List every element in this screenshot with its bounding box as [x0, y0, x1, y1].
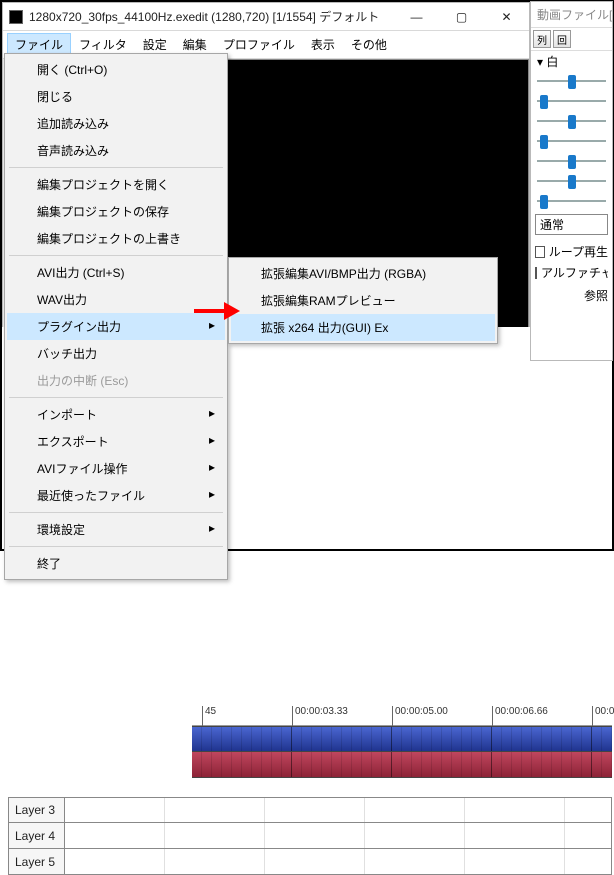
side-tool-button[interactable]: 列	[533, 30, 551, 48]
layer-row[interactable]: Layer 4	[8, 823, 612, 849]
slider[interactable]	[537, 116, 606, 126]
layer-track[interactable]	[65, 823, 611, 848]
menu-separator	[9, 546, 223, 547]
menu-item-label: エクスポート	[37, 435, 109, 449]
menu-separator	[9, 255, 223, 256]
menu-item-add-load[interactable]: 追加読み込み	[7, 110, 225, 137]
layer-label: Layer 5	[9, 849, 65, 874]
slider[interactable]	[537, 176, 606, 186]
timeline-audio-band[interactable]	[192, 752, 612, 778]
slider[interactable]	[537, 156, 606, 166]
menu-item-open[interactable]: 開く (Ctrl+O)	[7, 56, 225, 83]
menu-separator	[9, 397, 223, 398]
submenu-arrow-icon: ▸	[209, 318, 215, 332]
menu-item-avi-ops[interactable]: AVIファイル操作 ▸	[7, 455, 225, 482]
submenu-arrow-icon: ▸	[209, 406, 215, 420]
submenu-item-x264[interactable]: 拡張 x264 出力(GUI) Ex	[231, 314, 495, 341]
checkbox-alpha[interactable]: アルファチャ	[535, 262, 608, 283]
side-tree[interactable]: ▾ 白	[531, 51, 612, 72]
menu-item-prefs[interactable]: 環境設定 ▸	[7, 516, 225, 543]
submenu-arrow-icon: ▸	[209, 460, 215, 474]
plugin-out-submenu: 拡張編集AVI/BMP出力 (RGBA) 拡張編集RAMプレビュー 拡張 x26…	[228, 257, 498, 344]
menu-item-export[interactable]: エクスポート ▸	[7, 428, 225, 455]
side-toolbar: 列 回	[531, 28, 612, 51]
menu-item-label: 最近使ったファイル	[37, 489, 145, 503]
ruler-tick: 00:00:0	[592, 706, 614, 726]
ruler-tick: 00:00:05.00	[392, 706, 448, 726]
submenu-item-ram[interactable]: 拡張編集RAMプレビュー	[231, 287, 495, 314]
ruler-tick: 00:00:06.66	[492, 706, 548, 726]
ruler-tick: 45	[202, 706, 216, 726]
menu-item-exit[interactable]: 終了	[7, 550, 225, 577]
menu-item-label: AVIファイル操作	[37, 462, 127, 476]
layer-label: Layer 3	[9, 798, 65, 822]
submenu-arrow-icon: ▸	[209, 487, 215, 501]
maximize-button[interactable]: ▢	[439, 3, 484, 31]
menu-other[interactable]: その他	[343, 33, 395, 56]
slider[interactable]	[537, 76, 606, 86]
menu-item-recent[interactable]: 最近使ったファイル ▸	[7, 482, 225, 509]
ruler-tick: 00:00:03.33	[292, 706, 348, 726]
menu-item-audio-load[interactable]: 音声読み込み	[7, 137, 225, 164]
layer-track[interactable]	[65, 849, 611, 874]
layer-track[interactable]	[65, 798, 611, 822]
menu-item-wav-out[interactable]: WAV出力	[7, 286, 225, 313]
submenu-item-rgba[interactable]: 拡張編集AVI/BMP出力 (RGBA)	[231, 260, 495, 287]
slider[interactable]	[537, 136, 606, 146]
side-panel-title: 動画ファイル[標	[531, 2, 612, 28]
timeline-ruler[interactable]: 45 00:00:03.33 00:00:05.00 00:00:06.66 0…	[192, 706, 612, 726]
file-menu-dropdown: 開く (Ctrl+O) 閉じる 追加読み込み 音声読み込み 編集プロジェクトを開…	[4, 53, 228, 580]
menu-item-close[interactable]: 閉じる	[7, 83, 225, 110]
layer-row[interactable]: Layer 5	[8, 849, 612, 875]
menu-item-label: 環境設定	[37, 523, 85, 537]
menu-item-label: プラグイン出力	[37, 320, 121, 334]
menu-item-proj-overwrite[interactable]: 編集プロジェクトの上書き	[7, 225, 225, 252]
submenu-arrow-icon: ▸	[209, 433, 215, 447]
close-button[interactable]: ✕	[484, 3, 529, 31]
menu-item-proj-open[interactable]: 編集プロジェクトを開く	[7, 171, 225, 198]
blend-mode-label[interactable]: 通常	[535, 214, 608, 235]
side-tool-button[interactable]: 回	[553, 30, 571, 48]
checkbox-loop[interactable]: ループ再生	[535, 241, 608, 262]
title-bar: 1280x720_30fps_44100Hz.exedit (1280,720)…	[3, 3, 529, 31]
menu-profile[interactable]: プロファイル	[215, 33, 303, 56]
minimize-button[interactable]: —	[394, 3, 439, 31]
side-panel: 動画ファイル[標 列 回 ▾ 白 通常 ループ再生 アルファチャ 参照	[530, 1, 613, 361]
app-icon	[9, 10, 23, 24]
menu-item-label: インポート	[37, 408, 97, 422]
checkbox-label: アルファチャ	[541, 264, 608, 281]
menu-item-abort-out: 出力の中断 (Esc)	[7, 367, 225, 394]
menu-item-batch-out[interactable]: バッチ出力	[7, 340, 225, 367]
submenu-arrow-icon: ▸	[209, 521, 215, 535]
menu-view[interactable]: 表示	[303, 33, 343, 56]
timeline-video-band[interactable]	[192, 726, 612, 752]
menu-separator	[9, 167, 223, 168]
layer-label: Layer 4	[9, 823, 65, 848]
slider[interactable]	[537, 96, 606, 106]
slider[interactable]	[537, 196, 606, 206]
checkbox-label: ループ再生	[549, 243, 608, 260]
reference-label[interactable]: 参照	[535, 283, 608, 304]
menu-item-import[interactable]: インポート ▸	[7, 401, 225, 428]
layer-row[interactable]: Layer 3	[8, 797, 612, 823]
menu-item-plugin-out[interactable]: プラグイン出力 ▸	[7, 313, 225, 340]
menu-item-avi-out[interactable]: AVI出力 (Ctrl+S)	[7, 259, 225, 286]
menu-separator	[9, 512, 223, 513]
menu-item-proj-save[interactable]: 編集プロジェクトの保存	[7, 198, 225, 225]
layer-list: Layer 3 Layer 4 Layer 5	[8, 797, 612, 875]
window-title: 1280x720_30fps_44100Hz.exedit (1280,720)…	[29, 8, 394, 25]
tree-root-label: 白	[546, 55, 558, 69]
